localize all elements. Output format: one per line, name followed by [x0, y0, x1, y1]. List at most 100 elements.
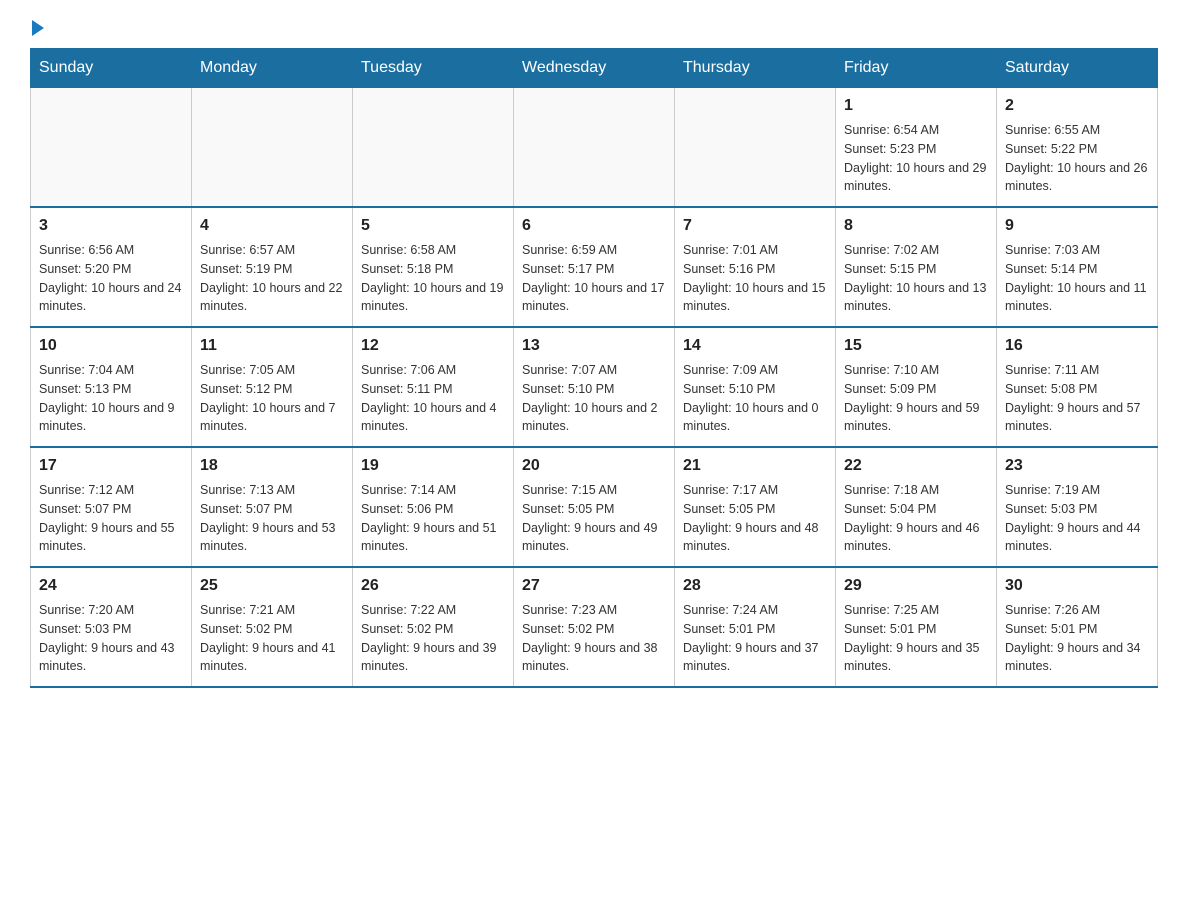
day-info: Sunrise: 7:09 AM	[683, 361, 827, 380]
day-cell: 7Sunrise: 7:01 AMSunset: 5:16 PMDaylight…	[675, 207, 836, 327]
day-number: 6	[522, 214, 666, 238]
day-info: Sunrise: 7:06 AM	[361, 361, 505, 380]
day-number: 29	[844, 574, 988, 598]
day-info: Sunset: 5:02 PM	[200, 620, 344, 639]
day-number: 3	[39, 214, 183, 238]
day-info: Sunset: 5:01 PM	[1005, 620, 1149, 639]
day-number: 15	[844, 334, 988, 358]
day-info: Sunset: 5:09 PM	[844, 380, 988, 399]
day-number: 9	[1005, 214, 1149, 238]
day-info: Daylight: 9 hours and 55 minutes.	[39, 519, 183, 557]
day-cell	[31, 88, 192, 208]
day-cell	[675, 88, 836, 208]
day-info: Sunrise: 7:22 AM	[361, 601, 505, 620]
day-number: 17	[39, 454, 183, 478]
day-info: Daylight: 9 hours and 51 minutes.	[361, 519, 505, 557]
day-info: Sunset: 5:13 PM	[39, 380, 183, 399]
day-cell: 8Sunrise: 7:02 AMSunset: 5:15 PMDaylight…	[836, 207, 997, 327]
day-info: Sunrise: 6:57 AM	[200, 241, 344, 260]
day-info: Sunrise: 7:23 AM	[522, 601, 666, 620]
day-info: Sunset: 5:20 PM	[39, 260, 183, 279]
day-number: 22	[844, 454, 988, 478]
day-number: 11	[200, 334, 344, 358]
day-info: Sunrise: 7:04 AM	[39, 361, 183, 380]
day-info: Sunset: 5:11 PM	[361, 380, 505, 399]
day-info: Sunrise: 7:24 AM	[683, 601, 827, 620]
day-info: Sunset: 5:22 PM	[1005, 140, 1149, 159]
logo	[30, 20, 44, 38]
week-row-2: 3Sunrise: 6:56 AMSunset: 5:20 PMDaylight…	[31, 207, 1158, 327]
day-info: Daylight: 10 hours and 17 minutes.	[522, 279, 666, 317]
day-info: Sunset: 5:03 PM	[1005, 500, 1149, 519]
day-cell: 16Sunrise: 7:11 AMSunset: 5:08 PMDayligh…	[997, 327, 1158, 447]
day-cell: 1Sunrise: 6:54 AMSunset: 5:23 PMDaylight…	[836, 88, 997, 208]
day-info: Sunrise: 7:18 AM	[844, 481, 988, 500]
day-info: Sunset: 5:16 PM	[683, 260, 827, 279]
day-cell: 29Sunrise: 7:25 AMSunset: 5:01 PMDayligh…	[836, 567, 997, 687]
day-info: Sunset: 5:05 PM	[522, 500, 666, 519]
day-info: Sunrise: 7:13 AM	[200, 481, 344, 500]
day-info: Sunset: 5:02 PM	[522, 620, 666, 639]
day-cell: 28Sunrise: 7:24 AMSunset: 5:01 PMDayligh…	[675, 567, 836, 687]
day-number: 20	[522, 454, 666, 478]
day-info: Daylight: 10 hours and 2 minutes.	[522, 399, 666, 437]
day-number: 25	[200, 574, 344, 598]
day-info: Sunrise: 7:02 AM	[844, 241, 988, 260]
day-info: Sunrise: 7:12 AM	[39, 481, 183, 500]
day-cell	[192, 88, 353, 208]
day-info: Sunrise: 7:15 AM	[522, 481, 666, 500]
day-cell: 24Sunrise: 7:20 AMSunset: 5:03 PMDayligh…	[31, 567, 192, 687]
logo-arrow-icon	[32, 20, 44, 36]
day-info: Daylight: 9 hours and 41 minutes.	[200, 639, 344, 677]
day-cell: 5Sunrise: 6:58 AMSunset: 5:18 PMDaylight…	[353, 207, 514, 327]
day-info: Daylight: 10 hours and 24 minutes.	[39, 279, 183, 317]
header-row: SundayMondayTuesdayWednesdayThursdayFrid…	[31, 49, 1158, 88]
calendar-table: SundayMondayTuesdayWednesdayThursdayFrid…	[30, 48, 1158, 688]
day-info: Sunrise: 7:01 AM	[683, 241, 827, 260]
day-info: Sunset: 5:15 PM	[844, 260, 988, 279]
day-info: Daylight: 10 hours and 4 minutes.	[361, 399, 505, 437]
day-number: 23	[1005, 454, 1149, 478]
day-cell	[514, 88, 675, 208]
day-cell: 18Sunrise: 7:13 AMSunset: 5:07 PMDayligh…	[192, 447, 353, 567]
day-info: Daylight: 9 hours and 35 minutes.	[844, 639, 988, 677]
day-cell: 9Sunrise: 7:03 AMSunset: 5:14 PMDaylight…	[997, 207, 1158, 327]
day-info: Daylight: 10 hours and 0 minutes.	[683, 399, 827, 437]
header-cell-sunday: Sunday	[31, 49, 192, 88]
day-cell: 11Sunrise: 7:05 AMSunset: 5:12 PMDayligh…	[192, 327, 353, 447]
logo-blue-text	[30, 20, 44, 38]
day-info: Daylight: 9 hours and 53 minutes.	[200, 519, 344, 557]
day-info: Sunrise: 7:21 AM	[200, 601, 344, 620]
day-number: 14	[683, 334, 827, 358]
day-number: 13	[522, 334, 666, 358]
calendar-body: 1Sunrise: 6:54 AMSunset: 5:23 PMDaylight…	[31, 88, 1158, 688]
day-info: Daylight: 10 hours and 22 minutes.	[200, 279, 344, 317]
day-info: Sunset: 5:06 PM	[361, 500, 505, 519]
day-info: Sunset: 5:07 PM	[200, 500, 344, 519]
day-info: Daylight: 10 hours and 26 minutes.	[1005, 159, 1149, 197]
header-cell-monday: Monday	[192, 49, 353, 88]
header-cell-friday: Friday	[836, 49, 997, 88]
day-info: Daylight: 9 hours and 57 minutes.	[1005, 399, 1149, 437]
day-cell: 22Sunrise: 7:18 AMSunset: 5:04 PMDayligh…	[836, 447, 997, 567]
day-info: Sunrise: 7:10 AM	[844, 361, 988, 380]
day-info: Daylight: 9 hours and 38 minutes.	[522, 639, 666, 677]
day-info: Daylight: 10 hours and 9 minutes.	[39, 399, 183, 437]
day-cell	[353, 88, 514, 208]
day-cell: 19Sunrise: 7:14 AMSunset: 5:06 PMDayligh…	[353, 447, 514, 567]
day-cell: 25 Sunrise: 7:21 AMSunset: 5:02 PMDayligh…	[192, 567, 353, 687]
day-cell: 20Sunrise: 7:15 AMSunset: 5:05 PMDayligh…	[514, 447, 675, 567]
day-info: Sunset: 5:01 PM	[844, 620, 988, 639]
day-info: Sunrise: 6:56 AM	[39, 241, 183, 260]
day-cell: 4Sunrise: 6:57 AMSunset: 5:19 PMDaylight…	[192, 207, 353, 327]
day-number: 24	[39, 574, 183, 598]
day-info: Sunrise: 7:26 AM	[1005, 601, 1149, 620]
day-info: Daylight: 10 hours and 13 minutes.	[844, 279, 988, 317]
day-info: Daylight: 9 hours and 43 minutes.	[39, 639, 183, 677]
day-info: Sunrise: 7:05 AM	[200, 361, 344, 380]
day-number: 16	[1005, 334, 1149, 358]
day-info: Daylight: 10 hours and 29 minutes.	[844, 159, 988, 197]
day-info: Sunrise: 6:54 AM	[844, 121, 988, 140]
day-cell: 21Sunrise: 7:17 AMSunset: 5:05 PMDayligh…	[675, 447, 836, 567]
day-info: Sunset: 5:18 PM	[361, 260, 505, 279]
